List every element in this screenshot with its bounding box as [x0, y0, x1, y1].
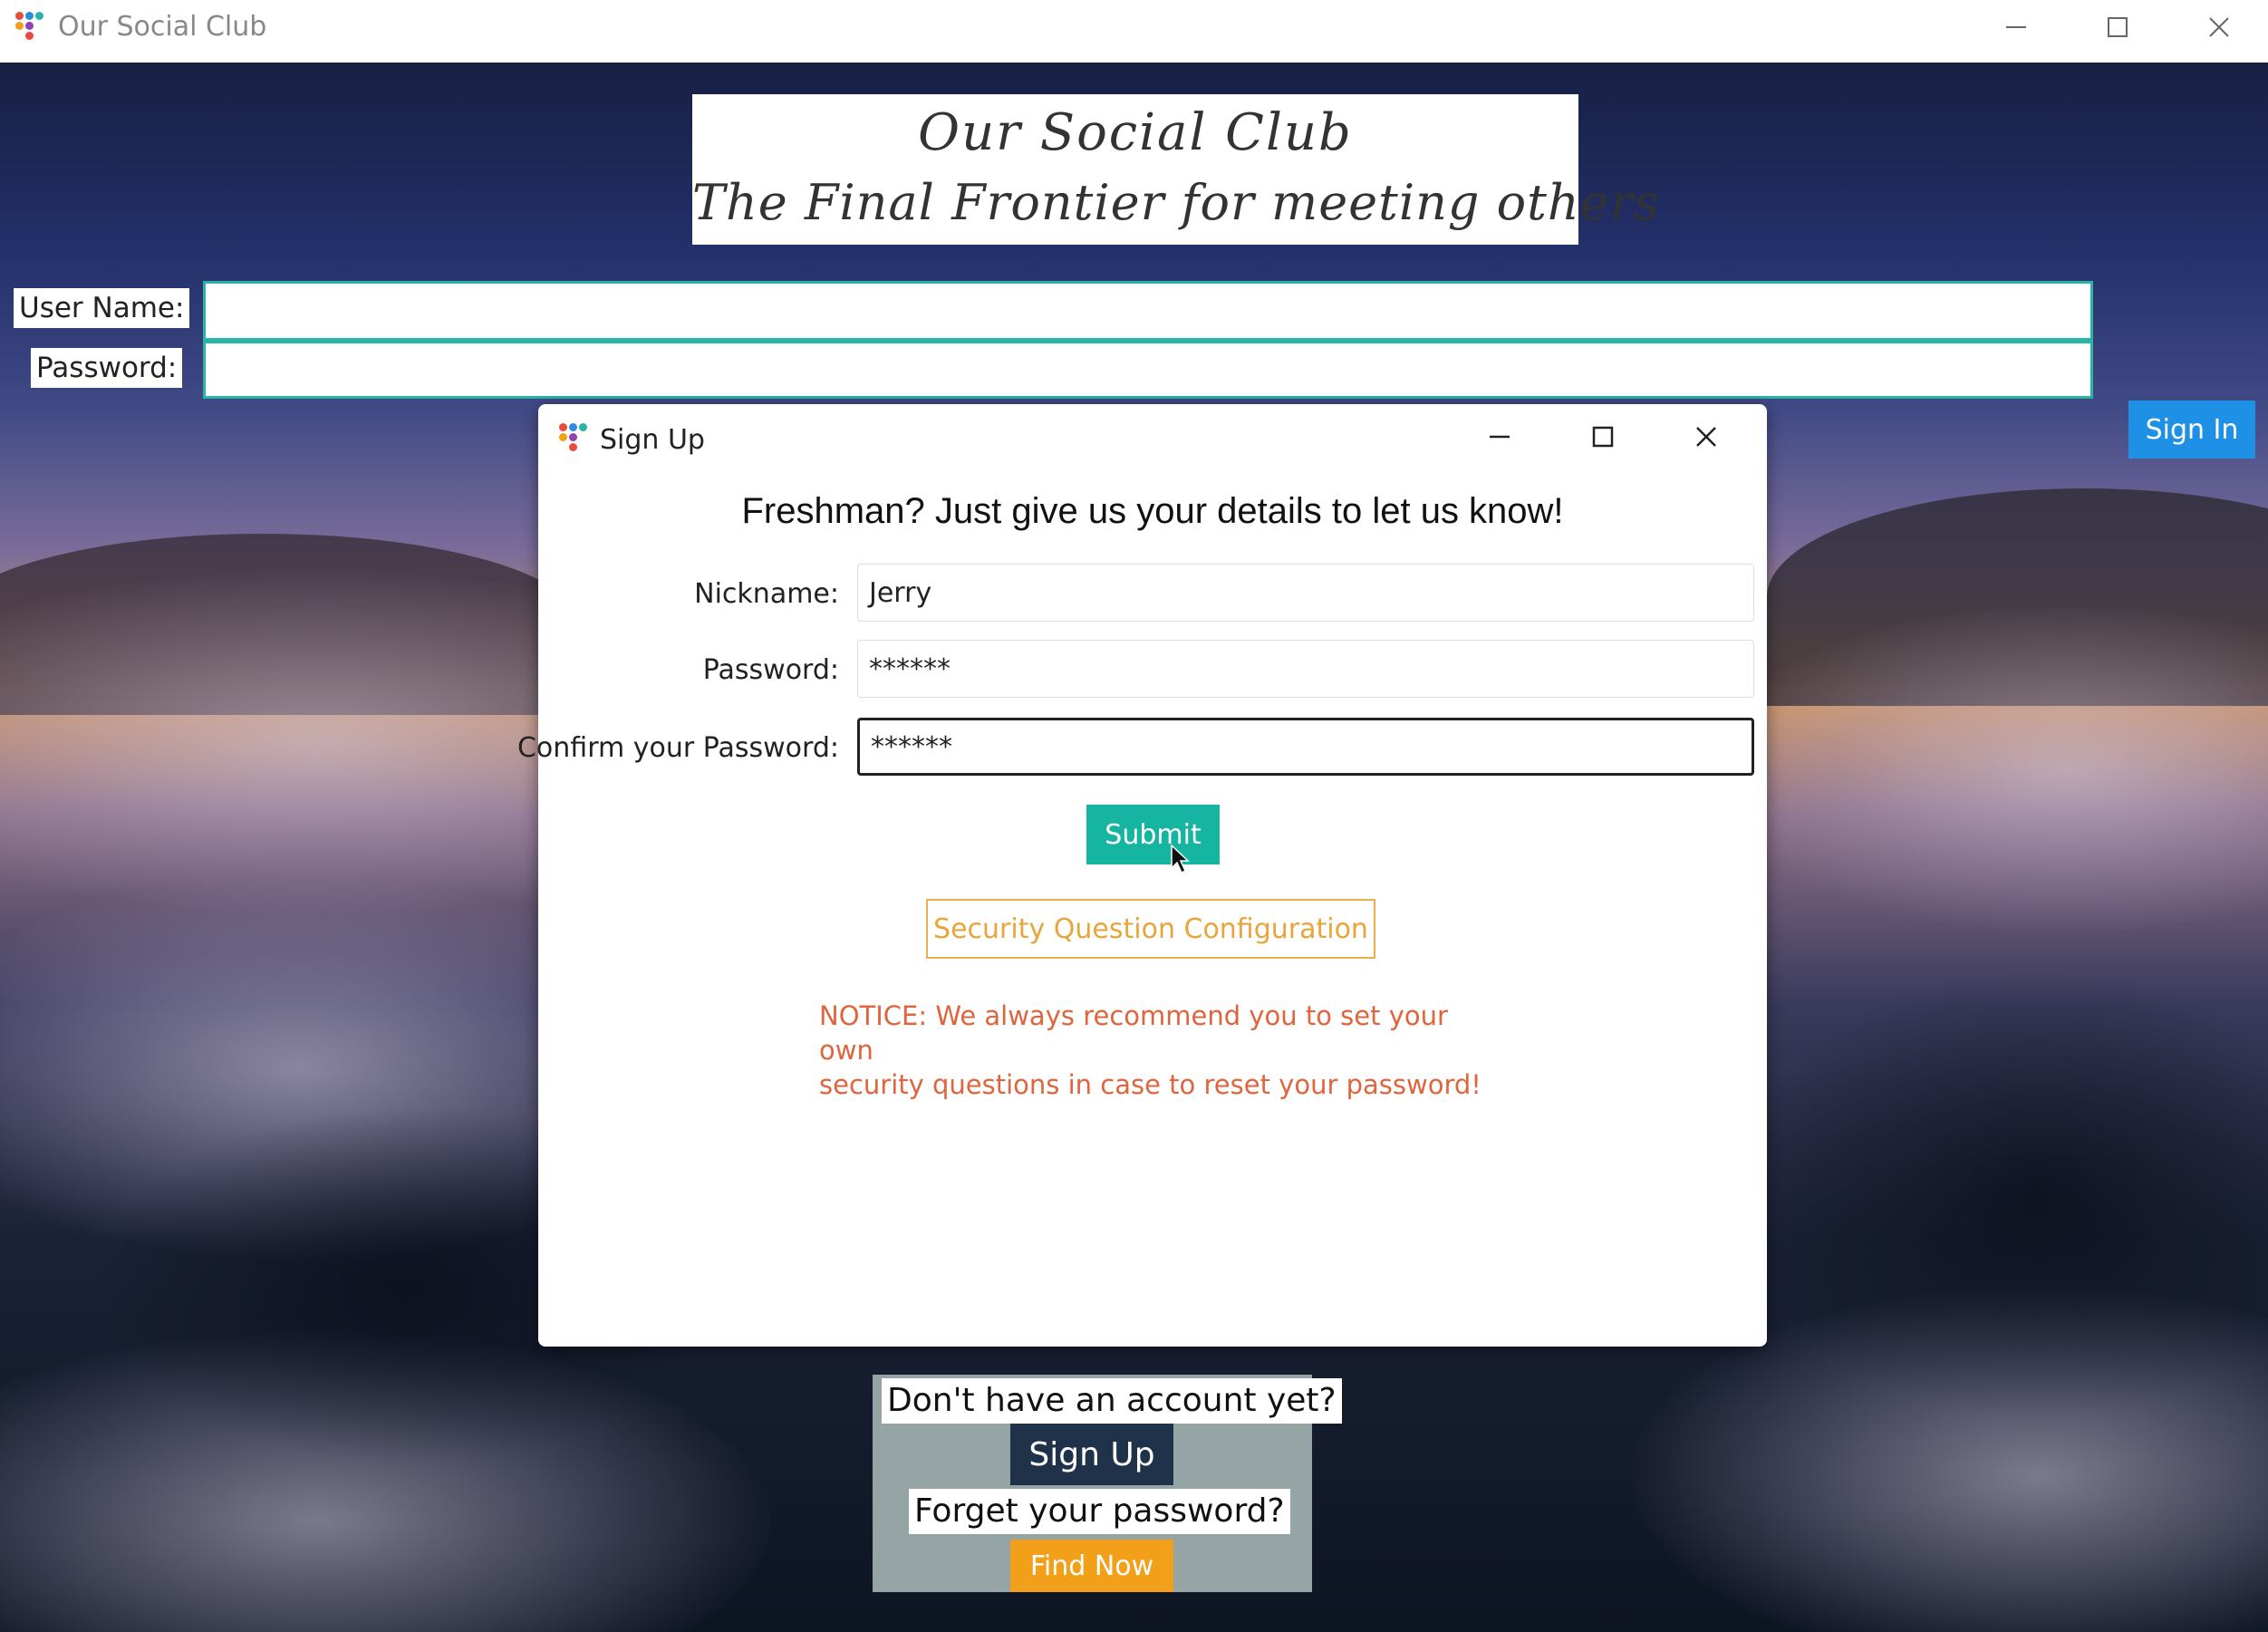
nickname-input[interactable]: Jerry [857, 564, 1754, 622]
submit-button[interactable]: Submit [1086, 805, 1220, 864]
minimize-icon [1490, 435, 1510, 439]
find-now-button[interactable]: Find Now [1010, 1540, 1173, 1592]
mouse-cursor-icon [1171, 845, 1190, 874]
password-input[interactable] [203, 341, 2093, 399]
maximize-button[interactable] [2068, 0, 2167, 54]
security-question-button[interactable]: Security Question Configuration [926, 899, 1375, 959]
minimize-icon [2006, 26, 2026, 28]
maximize-icon [1592, 426, 1614, 448]
close-button[interactable] [2169, 0, 2268, 54]
signup-password-label: Password: [702, 654, 839, 686]
signin-button[interactable]: Sign In [2128, 401, 2255, 459]
banner: Our Social Club The Final Frontier for m… [692, 94, 1661, 245]
dialog-maximize-button[interactable] [1562, 404, 1644, 469]
notice-text: NOTICE: We always recommend you to set y… [819, 999, 1508, 1102]
dialog-app-icon [558, 422, 589, 453]
username-label: User Name: [14, 288, 190, 328]
confirm-password-label: Confirm your Password: [516, 732, 839, 764]
dialog-close-button[interactable] [1665, 404, 1747, 469]
dialog-title: Sign Up [600, 424, 705, 456]
dialog-minimize-button[interactable] [1459, 404, 1540, 469]
confirm-password-input[interactable]: ****** [857, 718, 1754, 776]
dialog-heading: Freshman? Just give us your details to l… [741, 491, 1564, 531]
no-account-text: Don't have an account yet? [882, 1378, 1342, 1424]
banner-subtitle: The Final Frontier for meeting others [692, 174, 1661, 231]
close-icon [1696, 427, 1716, 447]
account-panel: Don't have an account yet? Sign Up Forge… [873, 1375, 1342, 1592]
nickname-label: Nickname: [694, 578, 839, 610]
close-icon [2209, 17, 2229, 37]
username-input[interactable] [203, 281, 2093, 341]
app-icon [14, 11, 45, 42]
password-label: Password: [31, 348, 183, 388]
forgot-password-text: Forget your password? [909, 1489, 1290, 1534]
window-title: Our Social Club [58, 11, 267, 43]
signup-dialog: Sign Up Freshman? Just give us your deta… [517, 404, 1767, 1347]
minimize-button[interactable] [1966, 0, 2066, 54]
signup-password-input[interactable]: ****** [857, 640, 1754, 698]
notice-line-1: NOTICE: We always recommend you to set y… [819, 1000, 1448, 1066]
signup-button[interactable]: Sign Up [1010, 1424, 1173, 1485]
maximize-icon [2108, 17, 2128, 37]
notice-line-2: security questions in case to reset your… [819, 1069, 1481, 1100]
main-titlebar: Our Social Club [0, 0, 2268, 63]
banner-title: Our Social Club [918, 103, 1353, 162]
